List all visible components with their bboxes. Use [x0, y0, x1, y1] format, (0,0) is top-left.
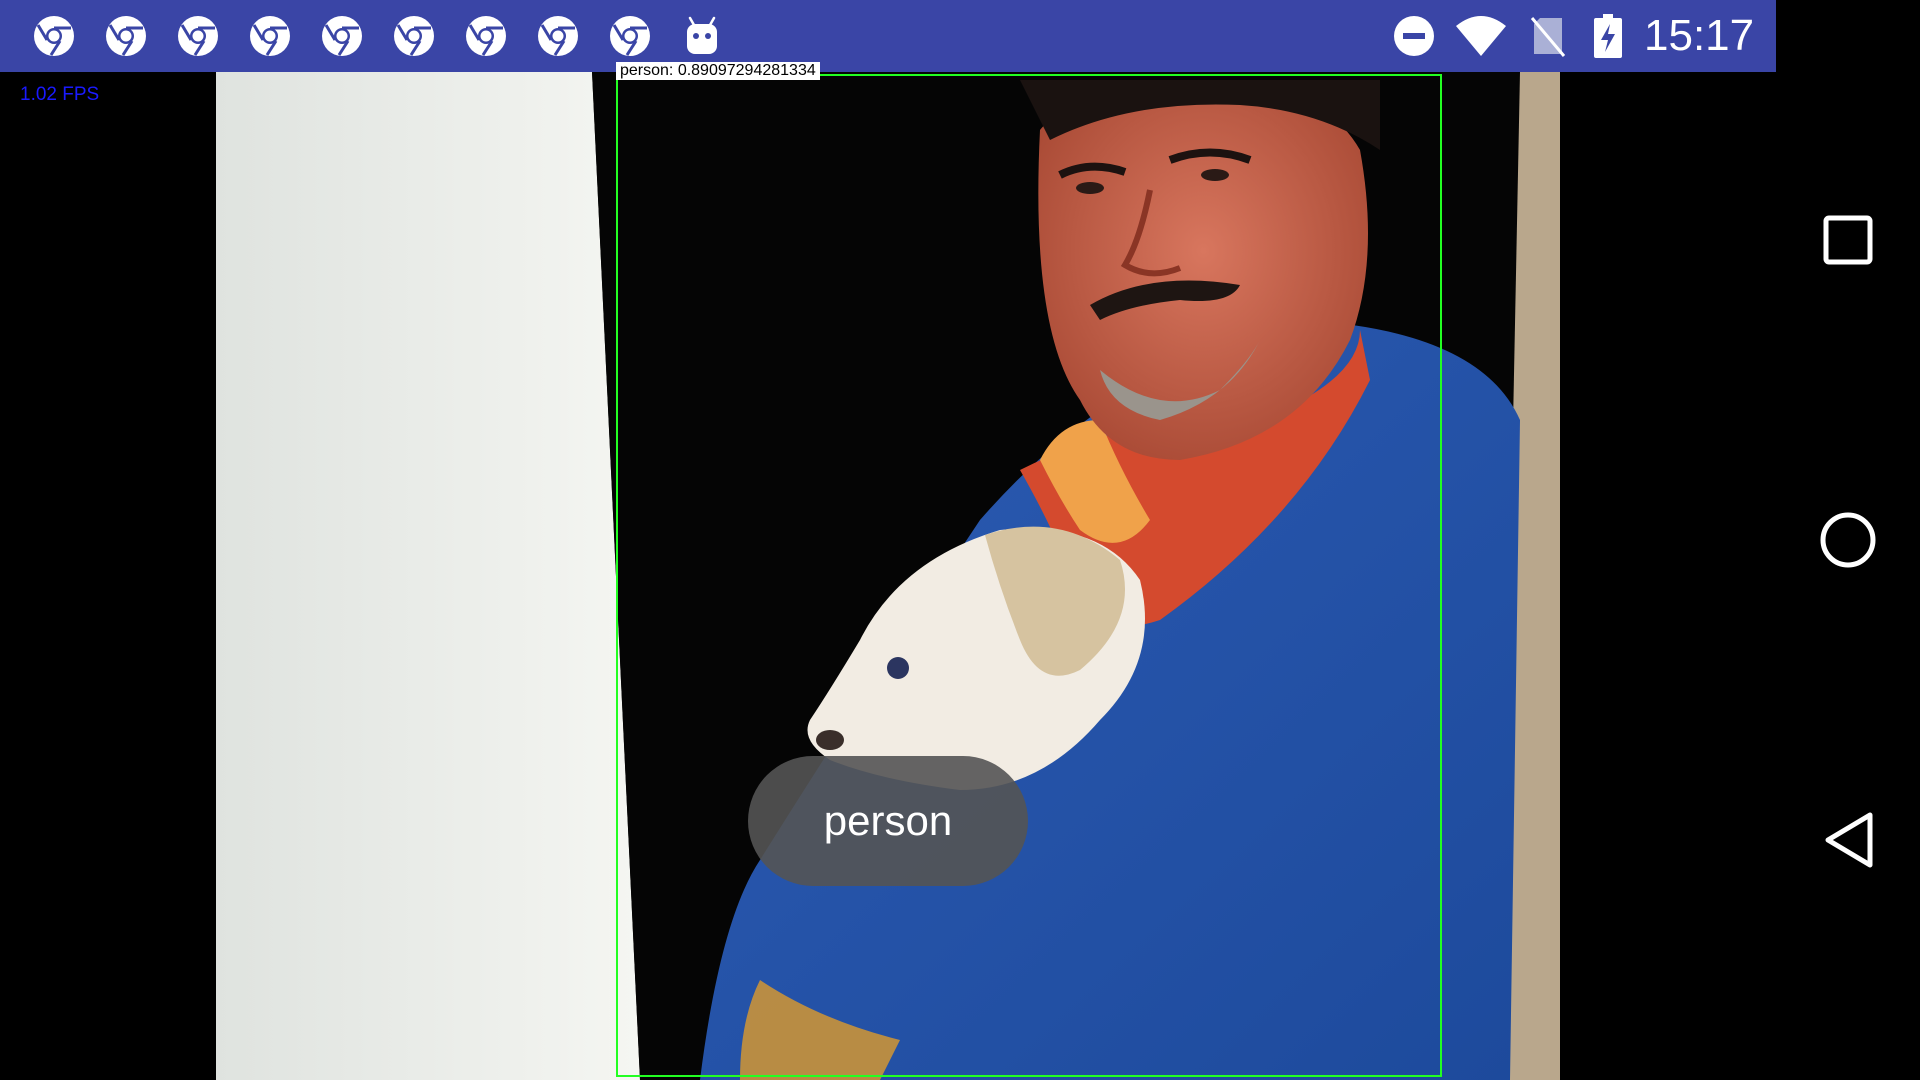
back-triangle-icon: [1825, 812, 1873, 868]
device-screen: 15:17 1.02 FPS person: 0.89097294281334 …: [0, 0, 1920, 1080]
no-sim-icon: [1530, 17, 1566, 57]
square-icon: [1823, 215, 1873, 265]
chrome-icon: [106, 16, 146, 56]
backdrop-right: [1560, 72, 1776, 1080]
do-not-disturb-icon: [1394, 16, 1434, 56]
battery-charging-icon: [1594, 14, 1622, 58]
chrome-icon: [610, 16, 650, 56]
navigation-bar: [1776, 0, 1920, 1080]
circle-icon: [1820, 512, 1876, 568]
detection-bounding-box: [616, 74, 1442, 1077]
recents-button[interactable]: [1812, 204, 1884, 276]
android-icon: [687, 16, 717, 54]
chrome-icon: [178, 16, 218, 56]
chrome-icon: [394, 16, 434, 56]
chrome-icon: [538, 16, 578, 56]
toast-message: person: [748, 756, 1028, 886]
detection-label: person: 0.89097294281334: [616, 62, 820, 80]
chrome-icon: [466, 16, 506, 56]
status-clock: 15:17: [1644, 11, 1755, 60]
chrome-icon: [34, 16, 74, 56]
chrome-icon: [250, 16, 290, 56]
chrome-icon: [322, 16, 362, 56]
status-bar: 15:17: [0, 0, 1776, 72]
back-button[interactable]: [1812, 804, 1884, 876]
home-button[interactable]: [1812, 504, 1884, 576]
fps-counter: 1.02 FPS: [20, 84, 100, 105]
wifi-icon: [1456, 16, 1506, 56]
paper-sheet: [216, 72, 640, 1080]
